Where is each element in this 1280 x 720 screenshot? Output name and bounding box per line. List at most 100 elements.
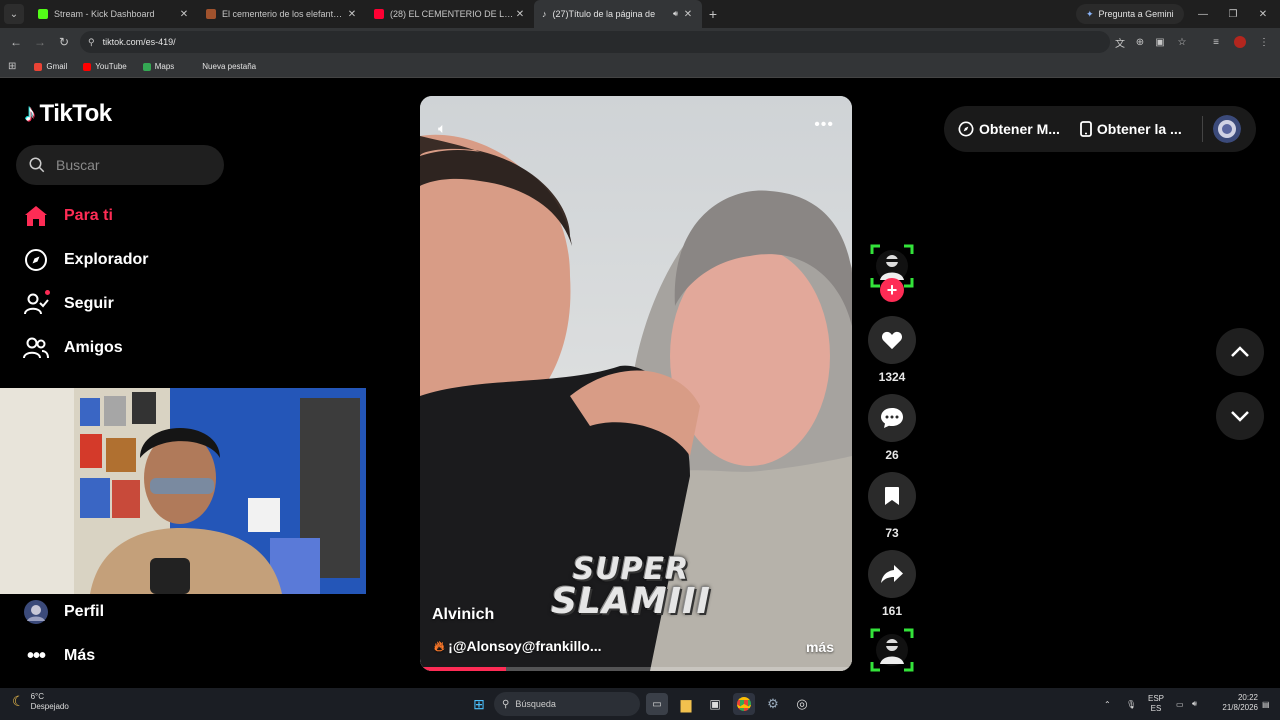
browser-tab-cementerio[interactable]: El cementerio de los elefantes / ✕ xyxy=(198,0,366,28)
network-icon[interactable]: ▭ xyxy=(1176,688,1184,720)
new-tab-button[interactable]: + xyxy=(702,6,724,22)
cast-icon[interactable]: ▣ xyxy=(1150,28,1170,56)
site-info-icon[interactable]: ⚲ xyxy=(88,37,95,48)
overlay-text-line2: SLAMIII xyxy=(551,580,711,622)
tab-title: Stream - Kick Dashboard xyxy=(54,9,155,19)
maximize-button[interactable]: ❐ xyxy=(1218,0,1248,28)
video-player[interactable]: 🔈︎ ••• SUPER SLAMIII Alvinich 🔥︎ ¡@Alons… xyxy=(420,96,852,671)
zoom-icon[interactable]: ⊕ xyxy=(1130,28,1150,56)
volume-icon[interactable]: 🔊︎ xyxy=(1192,688,1197,720)
notifications-icon[interactable]: ▤ xyxy=(1262,688,1270,720)
video-progress-bar[interactable] xyxy=(420,667,852,671)
chevron-down-icon xyxy=(1231,411,1249,422)
nav-friends[interactable]: Amigos xyxy=(22,330,123,366)
chevron-up-icon xyxy=(1231,346,1249,357)
profile-avatar-icon[interactable] xyxy=(1230,28,1250,56)
search-input[interactable] xyxy=(56,157,206,173)
back-arrow-icon[interactable]: ← xyxy=(4,35,28,49)
video-author[interactable]: Alvinich xyxy=(432,606,494,624)
caption-more-link[interactable]: más xyxy=(806,639,834,655)
search-box[interactable] xyxy=(16,145,224,185)
media-controls-icon[interactable]: ≡ xyxy=(1206,28,1226,56)
heart-icon xyxy=(881,331,903,350)
browser-tab-kick[interactable]: Stream - Kick Dashboard ✕ xyxy=(30,0,198,28)
bookmark-youtube[interactable]: YouTube xyxy=(83,62,127,71)
speaker-icon[interactable]: 🔊︎ xyxy=(673,9,678,19)
nav-more[interactable]: ••• Más xyxy=(22,638,95,674)
caption-text: ¡@Alonsoy@frankillo... xyxy=(448,638,602,654)
close-window-button[interactable]: ✕ xyxy=(1248,0,1278,28)
chrome-icon[interactable] xyxy=(733,693,755,715)
bookmark-maps[interactable]: Maps xyxy=(142,62,175,71)
video-caption[interactable]: 🔥︎ ¡@Alonsoy@frankillo... xyxy=(434,638,624,655)
webcam-feed xyxy=(0,388,366,594)
bookmark-star-icon[interactable]: ☆ xyxy=(1172,28,1192,56)
kebab-menu-icon[interactable]: ⋮ xyxy=(1254,28,1274,56)
language-indicator[interactable]: ESP ES xyxy=(1148,688,1164,720)
tab-search-button[interactable]: ⌄ xyxy=(4,4,24,24)
close-icon[interactable]: ✕ xyxy=(346,9,358,20)
bookmark-label: Gmail xyxy=(46,62,68,71)
address-bar[interactable]: ⚲ tiktok.com/es-419/ xyxy=(80,31,1110,53)
obs-icon[interactable]: ◎ xyxy=(791,693,813,715)
nav-label: Para ti xyxy=(64,207,113,224)
nav-for-you[interactable]: Para ti xyxy=(22,198,113,234)
browser-tab-tiktok[interactable]: ♪ (27)Título de la página de 🔊︎ ✕ xyxy=(534,0,702,28)
minimize-button[interactable]: — xyxy=(1188,0,1218,28)
gemini-sparkle-icon: ✦ xyxy=(1086,8,1094,19)
chevron-down-icon: ⌄ xyxy=(9,8,19,20)
previous-video-button[interactable] xyxy=(1216,328,1264,376)
taskbar-search[interactable]: ⚲ Búsqueda xyxy=(494,692,640,716)
follow-icon xyxy=(24,293,49,315)
language-code: ESP xyxy=(1148,694,1165,704)
gemini-button[interactable]: ✦ Pregunta a Gemini xyxy=(1076,4,1184,24)
store-icon[interactable]: ▣ xyxy=(704,693,726,715)
tiktok-logo[interactable]: ♪ TikTok xyxy=(24,100,112,128)
nav-profile[interactable]: Perfil xyxy=(22,594,104,630)
close-icon[interactable]: ✕ xyxy=(514,9,526,20)
tab-title: (28) EL CEMENTERIO DE LOS EL xyxy=(390,9,514,19)
bookmark-label: Maps xyxy=(154,62,175,71)
forward-arrow-icon[interactable]: → xyxy=(28,35,52,49)
taskbar-clock[interactable]: 20:22 21/8/2026 xyxy=(1208,693,1258,714)
reload-icon[interactable]: ↻ xyxy=(52,35,76,49)
user-avatar-image xyxy=(1212,115,1241,143)
windows-start-icon[interactable]: ⊞ xyxy=(468,693,490,715)
nav-label: Amigos xyxy=(64,339,123,356)
next-video-button[interactable] xyxy=(1216,392,1264,440)
save-button[interactable] xyxy=(868,472,916,520)
get-coins-label: Obtener M... xyxy=(979,121,1060,137)
get-app-button[interactable]: Obtener la ... xyxy=(1080,121,1182,137)
bookmark-gmail[interactable]: Gmail xyxy=(34,62,67,71)
apps-grid-icon[interactable]: ⊞ xyxy=(8,61,16,72)
browser-tab-youtube[interactable]: (28) EL CEMENTERIO DE LOS EL ✕ xyxy=(366,0,534,28)
follow-plus-button[interactable]: + xyxy=(880,278,904,302)
nav-following[interactable]: Seguir xyxy=(22,286,114,322)
weather-widget[interactable]: ☾ 6°C Despejado xyxy=(12,692,69,711)
mute-icon[interactable]: 🔈︎ xyxy=(438,120,446,137)
moon-icon: ☾ xyxy=(12,693,25,710)
video-options-icon[interactable]: ••• xyxy=(814,116,834,134)
home-icon xyxy=(25,206,47,226)
fire-icon: 🔥︎ xyxy=(434,638,445,654)
tray-chevron-up-icon[interactable]: ⌃ xyxy=(1104,688,1111,720)
close-icon[interactable]: ✕ xyxy=(178,9,190,20)
kick-favicon-icon xyxy=(38,9,48,19)
share-button[interactable] xyxy=(868,550,916,598)
get-coins-button[interactable]: Obtener M... xyxy=(958,121,1060,137)
microphone-icon[interactable]: 🎙︎ xyxy=(1126,688,1136,720)
file-explorer-icon[interactable]: ▆ xyxy=(675,693,697,715)
bookmarks-bar: ⊞ Gmail YouTube Maps Nueva pestaña xyxy=(0,56,1280,78)
more-icon: ••• xyxy=(26,644,46,667)
settings-gear-icon[interactable]: ⚙ xyxy=(762,693,784,715)
user-avatar[interactable] xyxy=(1212,115,1241,143)
comment-button[interactable] xyxy=(868,394,916,442)
site-favicon-icon xyxy=(206,9,216,19)
translate-icon[interactable]: 文 xyxy=(1110,28,1130,56)
nav-explore[interactable]: Explorador xyxy=(22,242,148,278)
task-view-icon[interactable]: ▭ xyxy=(646,693,668,715)
sound-disc-avatar[interactable] xyxy=(870,628,914,672)
like-button[interactable] xyxy=(868,316,916,364)
bookmark-new-tab[interactable]: Nueva pestaña xyxy=(190,62,256,71)
close-icon[interactable]: ✕ xyxy=(682,9,694,20)
